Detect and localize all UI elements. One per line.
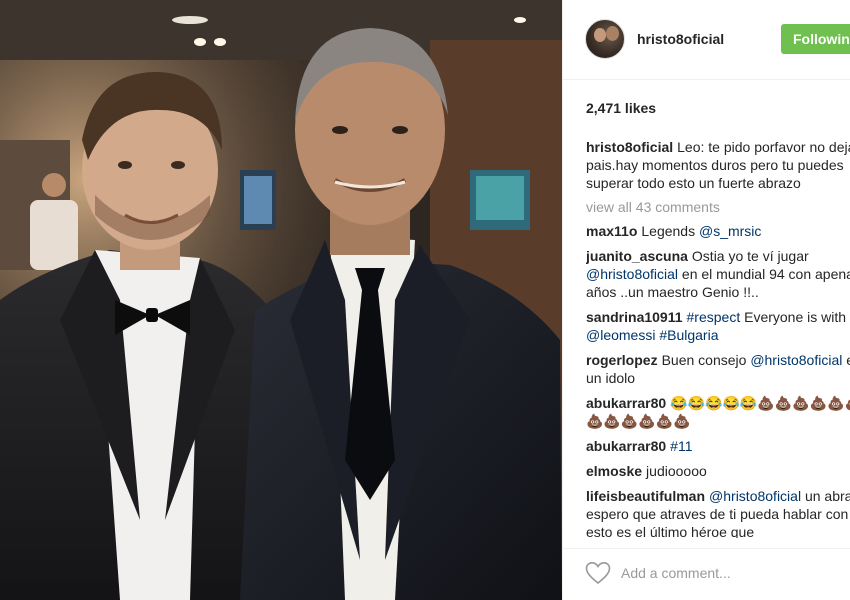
heart-icon[interactable] <box>585 561 611 585</box>
mention-link[interactable]: @leomessi <box>586 327 655 343</box>
mention-link[interactable]: @hristo8oficial <box>709 488 801 504</box>
add-comment-input[interactable] <box>621 562 841 584</box>
comment-username[interactable]: max11o <box>586 223 637 239</box>
comments-list[interactable]: hristo8oficial Leo: te pido porfavor no d… <box>586 138 850 538</box>
mention-link[interactable]: @hristo8oficial <box>750 352 842 368</box>
comment-item: abukarrar80😂😂😂😂😂💩💩💩💩💩💩💩💩💩💩💩💩💩 <box>586 394 850 430</box>
comment-text: judiooooo <box>646 463 707 479</box>
photo-illustration <box>0 0 562 600</box>
comment-username[interactable]: lifeisbeautifulman <box>586 488 705 504</box>
comment-text: Everyone is with you <box>744 309 850 325</box>
comment-item: rogerlopezBuen consejo @hristo8oficial e… <box>586 351 850 387</box>
comment-item: elmoske judiooooo <box>586 462 850 480</box>
comment-text: Legends <box>641 223 699 239</box>
comment-item: abukarrar80 #11 <box>586 437 850 455</box>
comment-username[interactable]: elmoske <box>586 463 642 479</box>
post-side-panel: hristo8oficial Following 2,471 likes hri… <box>562 0 850 600</box>
comment-username[interactable]: abukarrar80 <box>586 395 666 411</box>
caption-username[interactable]: hristo8oficial <box>586 139 673 155</box>
username-link[interactable]: hristo8oficial <box>637 31 724 47</box>
avatar[interactable] <box>585 19 625 59</box>
following-button[interactable]: Following <box>781 24 850 54</box>
comment-item: sandrina10911#respect Everyone is with y… <box>586 308 850 344</box>
post-photo[interactable] <box>0 0 562 600</box>
mention-link[interactable]: @s_mrsic <box>699 223 761 239</box>
hashtag-link[interactable]: #Bulgaria <box>659 327 718 343</box>
comment-text: Buen consejo <box>661 352 751 368</box>
comment-username[interactable]: abukarrar80 <box>586 438 666 454</box>
caption: hristo8oficial Leo: te pido porfavor no d… <box>586 138 850 192</box>
comment-item: juanito_ascuna Ostia yo te ví jugar @hris… <box>586 247 850 301</box>
add-comment-row <box>563 548 850 600</box>
view-all-comments-link[interactable]: view all 43 comments <box>586 199 850 215</box>
comment-username[interactable]: sandrina10911 <box>586 309 683 325</box>
hashtag-link[interactable]: #11 <box>670 438 692 454</box>
comment-text: Ostia yo te ví jugar <box>691 248 809 264</box>
post-header: hristo8oficial Following <box>563 0 850 80</box>
comment-username[interactable]: juanito_ascuna <box>586 248 688 264</box>
mention-link[interactable]: @hristo8oficial <box>586 266 678 282</box>
hashtag-link[interactable]: #respect <box>687 309 741 325</box>
comment-username[interactable]: rogerlopez <box>586 352 658 368</box>
comment-item: lifeisbeautifulman @hristo8oficial un abr… <box>586 487 850 538</box>
likes-count[interactable]: 2,471 likes <box>586 100 656 116</box>
comment-item: max11o Legends @s_mrsic <box>586 222 850 240</box>
